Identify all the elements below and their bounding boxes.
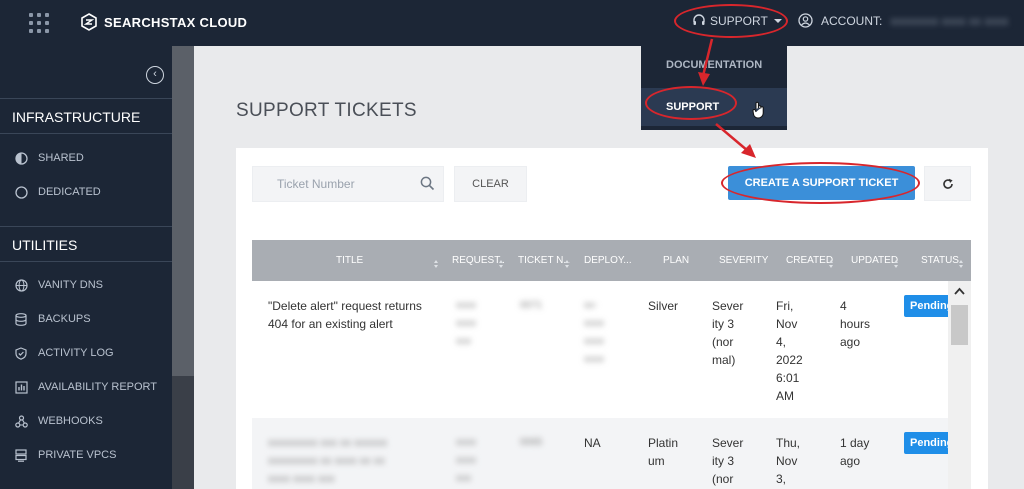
hexagon-logo-icon [81,13,97,31]
table-row[interactable]: "Delete alert" request returns 404 for a… [252,281,971,418]
updated-cell: 4 hours ago [840,299,871,349]
column-status[interactable]: STATUS [921,240,959,281]
table-header: TITLE REQUEST... TICKET N... DEPLOY... P… [252,240,971,281]
deployment-cell: NA [584,436,601,450]
dropdown-item-documentation[interactable]: DOCUMENTATION [641,46,787,84]
ticket-search [252,166,444,202]
sidebar-item-label: VANITY DNS [38,279,103,291]
page-title: SUPPORT TICKETS [236,100,417,121]
severity-cell: Sever ity 3 (nor mal) [712,299,744,367]
table-scrollbar-thumb[interactable] [951,305,968,345]
sidebar-item-label: PRIVATE VPCS [38,449,117,461]
dedicated-icon [14,185,28,199]
requester-cell: xxxx xxxx xxx [456,300,476,347]
annotation-ring-support-menu [674,4,788,38]
chart-icon [14,380,28,394]
ticket-number-cell: 0071 [520,300,543,311]
column-deployment[interactable]: DEPLOY... [584,240,636,281]
account-menu-button[interactable]: ACCOUNT: xxxxxxxx xxxx xx xxxx [798,13,1008,28]
ticket-title[interactable]: "Delete alert" request returns 404 for a… [268,297,448,333]
sidebar-item-backups[interactable]: BACKUPS [14,312,91,326]
table-row[interactable]: xxxxxxxxx xxx xx xxxxxx xxxxxxxxx xx xxxx… [252,418,971,489]
sidebar-item-availability-report[interactable]: AVAILABILITY REPORT [14,380,157,394]
sort-icon[interactable] [829,260,834,268]
top-bar: SEARCHSTAX CLOUD SUPPORT ACCOUNT: xxxxxx… [0,0,1024,46]
severity-cell: Sever ity 3 (nor [712,436,744,486]
sidebar-item-label: SHARED [38,152,84,164]
requester-cell: xxxx xxxx xxx [456,437,476,484]
sort-icon[interactable] [434,260,439,268]
sidebar-item-label: BACKUPS [38,313,91,325]
sidebar-item-dedicated[interactable]: DEDICATED [14,185,101,199]
column-ticket-number[interactable]: TICKET N... [518,240,570,281]
database-icon [14,312,28,326]
sidebar-item-shared[interactable]: SHARED [14,151,84,165]
user-icon [798,13,813,28]
deployment-cell: xx-xxxx xxxx xxxx [584,300,604,365]
column-requester[interactable]: REQUEST... [452,240,504,281]
hand-cursor-icon [752,101,764,119]
sidebar-item-vanity-dns[interactable]: VANITY DNS [14,278,103,292]
sidebar-scrollbar[interactable] [172,46,194,489]
sort-icon[interactable] [894,260,899,268]
account-label: ACCOUNT: [821,13,883,28]
sidebar: ‹ INFRASTRUCTURE SHARED DEDICATED UTILIT… [0,46,172,489]
ticket-title[interactable]: xxxxxxxxx xxx xx xxxxxx xxxxxxxxx xx xxxx… [268,434,438,488]
sidebar-item-label: AVAILABILITY REPORT [38,381,158,393]
collapse-sidebar-icon[interactable]: ‹ [146,66,164,84]
sort-icon[interactable] [959,260,964,268]
server-icon [14,448,28,462]
app-grid-icon[interactable] [29,13,49,33]
scroll-up-icon[interactable] [954,287,965,295]
account-value: xxxxxxxx xxxx xx xxxx [890,13,1009,28]
sidebar-item-label: DEDICATED [38,186,101,198]
sidebar-item-label: WEBHOOKS [38,415,103,427]
clear-button[interactable]: CLEAR [454,166,527,202]
column-severity[interactable]: SEVERITY [719,240,768,281]
brand-name: SEARCHSTAX CLOUD [104,14,248,30]
status-badge: Pending [904,432,950,454]
brand-logo[interactable]: SEARCHSTAX CLOUD [80,13,247,31]
webhook-icon [14,414,28,428]
sort-icon[interactable] [565,260,570,268]
ticket-number-input[interactable] [253,167,413,201]
status-badge: Pending [904,295,950,317]
sort-icon[interactable] [499,260,504,268]
sidebar-item-label: ACTIVITY LOG [38,347,114,359]
refresh-button[interactable] [924,166,971,201]
sidebar-heading-utilities: UTILITIES [0,226,172,262]
plan-cell: Platin um [648,436,679,468]
created-cell: Thu, Nov 3, [776,436,801,486]
column-updated[interactable]: UPDATED [851,240,898,281]
annotation-ring-support-item [645,86,737,120]
annotation-ring-create-ticket [721,162,920,204]
search-icon[interactable] [420,176,435,191]
updated-cell: 1 day ago [840,436,870,468]
created-cell: Fri, Nov 4, 2022 6:01 AM [776,299,803,403]
ticket-number-cell: 0065 [520,437,543,448]
sidebar-item-private-vpcs[interactable]: PRIVATE VPCS [14,448,116,462]
globe-icon [14,278,28,292]
sidebar-heading-infrastructure: INFRASTRUCTURE [0,98,172,134]
column-plan[interactable]: PLAN [663,240,689,281]
sidebar-scrollbar-thumb[interactable] [172,46,194,376]
shared-icon [14,151,28,165]
column-created[interactable]: CREATED [786,240,833,281]
refresh-icon [942,178,953,189]
column-title[interactable]: TITLE [336,240,363,281]
shield-icon [14,346,28,360]
sidebar-item-activity-log[interactable]: ACTIVITY LOG [14,346,114,360]
plan-cell: Silver [648,299,679,313]
sidebar-item-webhooks[interactable]: WEBHOOKS [14,414,103,428]
table-scrollbar[interactable] [948,281,971,489]
